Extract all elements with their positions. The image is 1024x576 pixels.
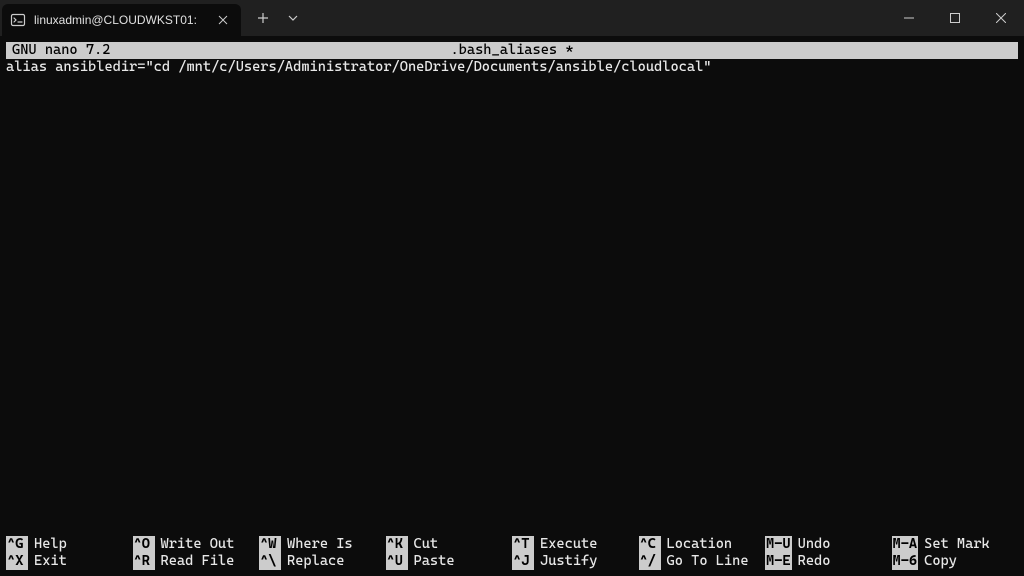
shortcut-paste: ^UPaste (386, 553, 513, 570)
shortcut-exit: ^XExit (6, 553, 133, 570)
shortcut-copy: M-6Copy (892, 553, 1019, 570)
close-window-button[interactable] (978, 0, 1024, 36)
shortcut-undo: M-UUndo (765, 536, 892, 553)
shortcut-justify: ^JJustify (512, 553, 639, 570)
new-tab-button[interactable] (247, 2, 279, 34)
shortcut-whereis: ^WWhere Is (259, 536, 386, 553)
shortcut-location: ^CLocation (639, 536, 766, 553)
minimize-button[interactable] (886, 0, 932, 36)
tabs-area: linuxadmin@CLOUDWKST01: (0, 0, 307, 36)
close-tab-button[interactable] (215, 12, 231, 28)
tab-title: linuxadmin@CLOUDWKST01: (34, 13, 197, 27)
terminal-area[interactable]: GNU nano 7.2 .bash_aliases * alias ansib… (0, 36, 1024, 576)
tab-dropdown-button[interactable] (279, 2, 307, 34)
window-titlebar: linuxadmin@CLOUDWKST01: (0, 0, 1024, 36)
shortcut-replace: ^\Replace (259, 553, 386, 570)
terminal-tab[interactable]: linuxadmin@CLOUDWKST01: (2, 4, 241, 36)
window-controls (886, 0, 1024, 36)
terminal-icon (10, 12, 26, 28)
shortcut-execute: ^TExecute (512, 536, 639, 553)
shortcut-readfile: ^RRead File (133, 553, 260, 570)
nano-shortcut-bar: ^GHelp ^OWrite Out ^WWhere Is ^KCut ^TEx… (6, 536, 1018, 570)
nano-version: GNU nano 7.2 (6, 42, 110, 59)
shortcut-writeout: ^OWrite Out (133, 536, 260, 553)
shortcut-gotoline: ^/Go To Line (639, 553, 766, 570)
nano-titlebar: GNU nano 7.2 .bash_aliases * (6, 42, 1018, 59)
maximize-button[interactable] (932, 0, 978, 36)
nano-filename: .bash_aliases * (0, 42, 1024, 59)
editor-content[interactable]: alias ansibledir="cd /mnt/c/Users/Admini… (6, 59, 1018, 76)
shortcut-setmark: M-ASet Mark (892, 536, 1019, 553)
shortcut-cut: ^KCut (386, 536, 513, 553)
shortcut-help: ^GHelp (6, 536, 133, 553)
shortcut-redo: M-ERedo (765, 553, 892, 570)
